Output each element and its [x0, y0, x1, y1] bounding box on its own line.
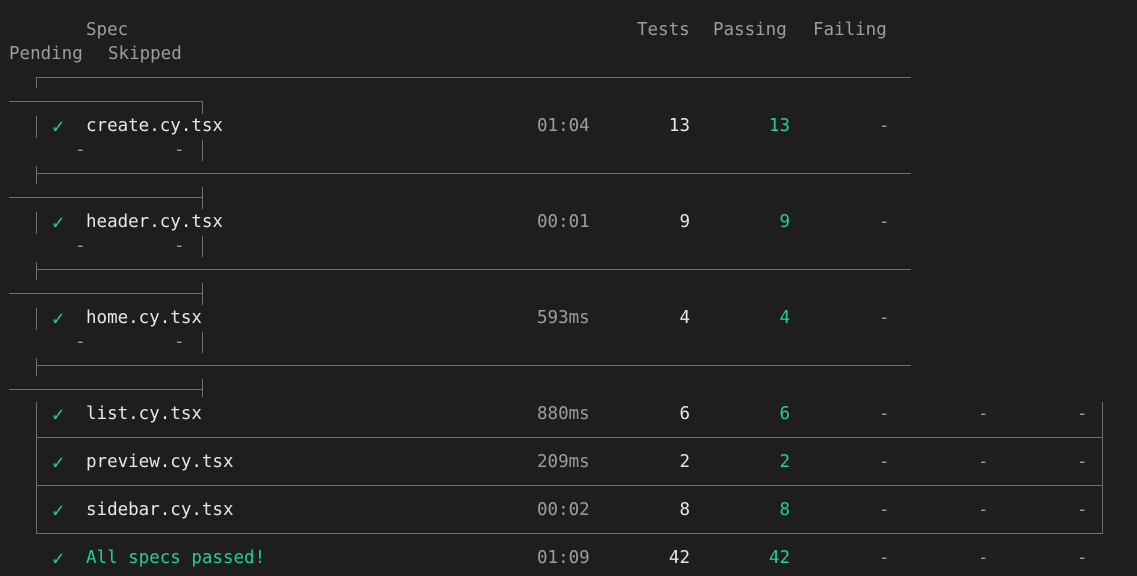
table-top-border	[36, 77, 911, 78]
summary-tests: 42	[668, 548, 690, 568]
spec-failing: -	[879, 500, 890, 520]
spec-passing: 13	[768, 116, 790, 136]
spec-skipped: -	[174, 140, 185, 160]
summary-pending: -	[978, 548, 989, 568]
spec-pending: -	[978, 500, 989, 520]
header-failing: Failing	[813, 20, 887, 40]
summary-skipped: -	[1077, 548, 1088, 568]
spec-duration: 593ms	[537, 308, 590, 328]
spec-passing: 9	[779, 212, 790, 232]
row-separator-tee	[36, 262, 37, 280]
spec-skipped: -	[1077, 452, 1088, 472]
spec-name: home.cy.tsx	[86, 308, 202, 328]
spec-name: preview.cy.tsx	[86, 452, 234, 472]
spec-pending: -	[75, 332, 86, 352]
row-separator-tee	[36, 358, 37, 376]
row-divider-wrap-corner	[202, 101, 203, 114]
spec-failing: -	[879, 212, 890, 232]
spec-skipped: -	[1077, 500, 1088, 520]
row-left-border	[36, 116, 37, 138]
header-passing: Passing	[713, 20, 787, 40]
header-spec: Spec	[86, 20, 129, 40]
row-divider-wrap-corner	[202, 187, 203, 209]
spec-failing: -	[879, 308, 890, 328]
spec-pending: -	[75, 236, 86, 256]
spec-tests: 6	[679, 404, 690, 424]
row-divider-wrap-corner	[202, 283, 203, 305]
row-divider-wrap	[9, 293, 202, 294]
row-divider-wrap	[9, 389, 202, 390]
spec-failing: -	[879, 452, 890, 472]
spec-tests: 4	[679, 308, 690, 328]
spec-failing: -	[879, 116, 890, 136]
header-skipped: Skipped	[108, 44, 182, 64]
spec-passing: 8	[779, 500, 790, 520]
spec-pending: -	[75, 140, 86, 160]
pass-check-icon: ✓	[52, 210, 65, 234]
pass-check-icon: ✓	[52, 546, 65, 570]
row-separator	[36, 365, 911, 366]
header-tests: Tests	[637, 20, 690, 40]
pass-check-icon: ✓	[52, 402, 65, 426]
summary-label: All specs passed!	[86, 548, 266, 568]
spec-pending: -	[978, 452, 989, 472]
summary-failing: -	[879, 548, 890, 568]
table-left-border	[36, 402, 37, 534]
spec-tests: 9	[679, 212, 690, 232]
pass-check-icon: ✓	[52, 306, 65, 330]
spec-duration: 00:02	[537, 500, 590, 520]
table-top-left-corner	[36, 77, 37, 88]
table-bottom-border	[36, 533, 1102, 534]
spec-failing: -	[879, 404, 890, 424]
spec-name: header.cy.tsx	[86, 212, 223, 232]
spec-passing: 2	[779, 452, 790, 472]
row-wrap-border	[202, 140, 203, 161]
spec-skipped: -	[174, 332, 185, 352]
spec-name: list.cy.tsx	[86, 404, 202, 424]
row-divider-wrap	[9, 101, 202, 102]
spec-name: create.cy.tsx	[86, 116, 223, 136]
pass-check-icon: ✓	[52, 450, 65, 474]
spec-pending: -	[978, 404, 989, 424]
row-separator	[36, 485, 1102, 486]
row-divider-wrap-corner	[202, 379, 203, 397]
row-left-border	[36, 212, 37, 234]
row-separator-tee	[36, 166, 37, 184]
pass-check-icon: ✓	[52, 114, 65, 138]
table-right-border	[1102, 402, 1103, 534]
spec-duration: 01:04	[537, 116, 590, 136]
row-divider-wrap	[9, 197, 202, 198]
spec-duration: 209ms	[537, 452, 590, 472]
spec-name: sidebar.cy.tsx	[86, 500, 234, 520]
spec-tests: 13	[668, 116, 690, 136]
spec-skipped: -	[174, 236, 185, 256]
spec-passing: 4	[779, 308, 790, 328]
row-left-border	[36, 308, 37, 330]
spec-passing: 6	[779, 404, 790, 424]
summary-duration: 01:09	[537, 548, 590, 568]
row-separator	[36, 269, 911, 270]
spec-tests: 8	[679, 500, 690, 520]
spec-skipped: -	[1077, 404, 1088, 424]
row-wrap-border	[202, 236, 203, 257]
spec-duration: 00:01	[537, 212, 590, 232]
spec-tests: 2	[679, 452, 690, 472]
row-separator	[36, 173, 911, 174]
header-pending: Pending	[9, 44, 83, 64]
pass-check-icon: ✓	[52, 498, 65, 522]
spec-duration: 880ms	[537, 404, 590, 424]
row-separator	[36, 437, 1102, 438]
row-wrap-border	[202, 332, 203, 353]
summary-passing: 42	[768, 548, 790, 568]
